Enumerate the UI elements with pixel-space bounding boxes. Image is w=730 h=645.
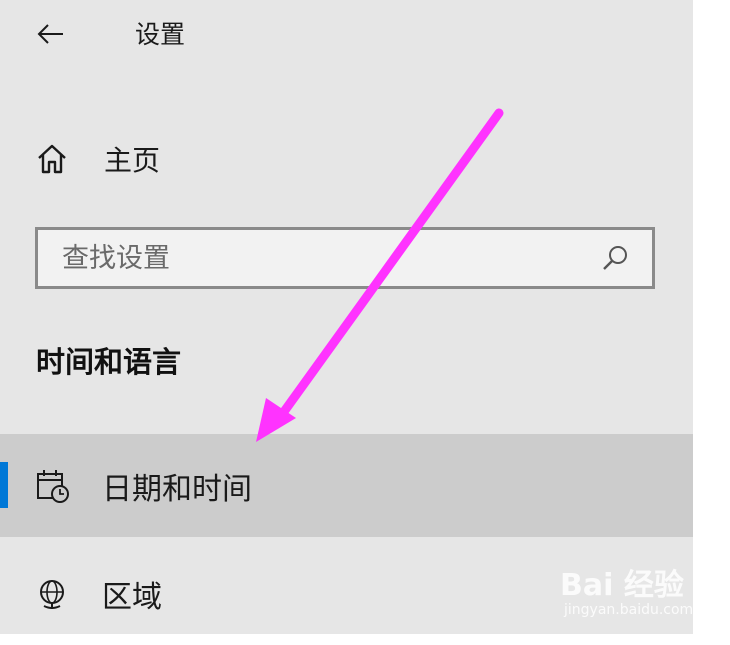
section-title: 时间和语言 [36,345,182,379]
search-input[interactable] [38,230,592,286]
nav-item-label: 日期和时间 [102,471,252,507]
watermark: Bai 经验 jingyan.baidu.com [560,546,725,622]
search-box[interactable] [35,227,655,289]
watermark-logo: Bai 经验 [560,568,684,603]
home-nav-item[interactable]: 主页 [30,136,160,182]
page-title: 设置 [135,20,186,49]
globe-icon [30,572,74,616]
calendar-clock-icon [30,464,74,508]
home-icon [30,137,74,181]
back-button[interactable] [30,14,70,54]
nav-item-label: 区域 [102,579,162,615]
settings-panel: 设置 主页 时间和语言 [0,0,693,634]
window-edge [693,0,730,634]
watermark-url: jingyan.baidu.com [564,602,694,618]
nav-item-date-time[interactable]: 日期和时间 [0,434,693,537]
search-icon[interactable] [592,235,638,281]
home-label: 主页 [104,144,161,177]
arrow-left-icon [37,24,63,44]
selection-indicator [0,462,8,508]
